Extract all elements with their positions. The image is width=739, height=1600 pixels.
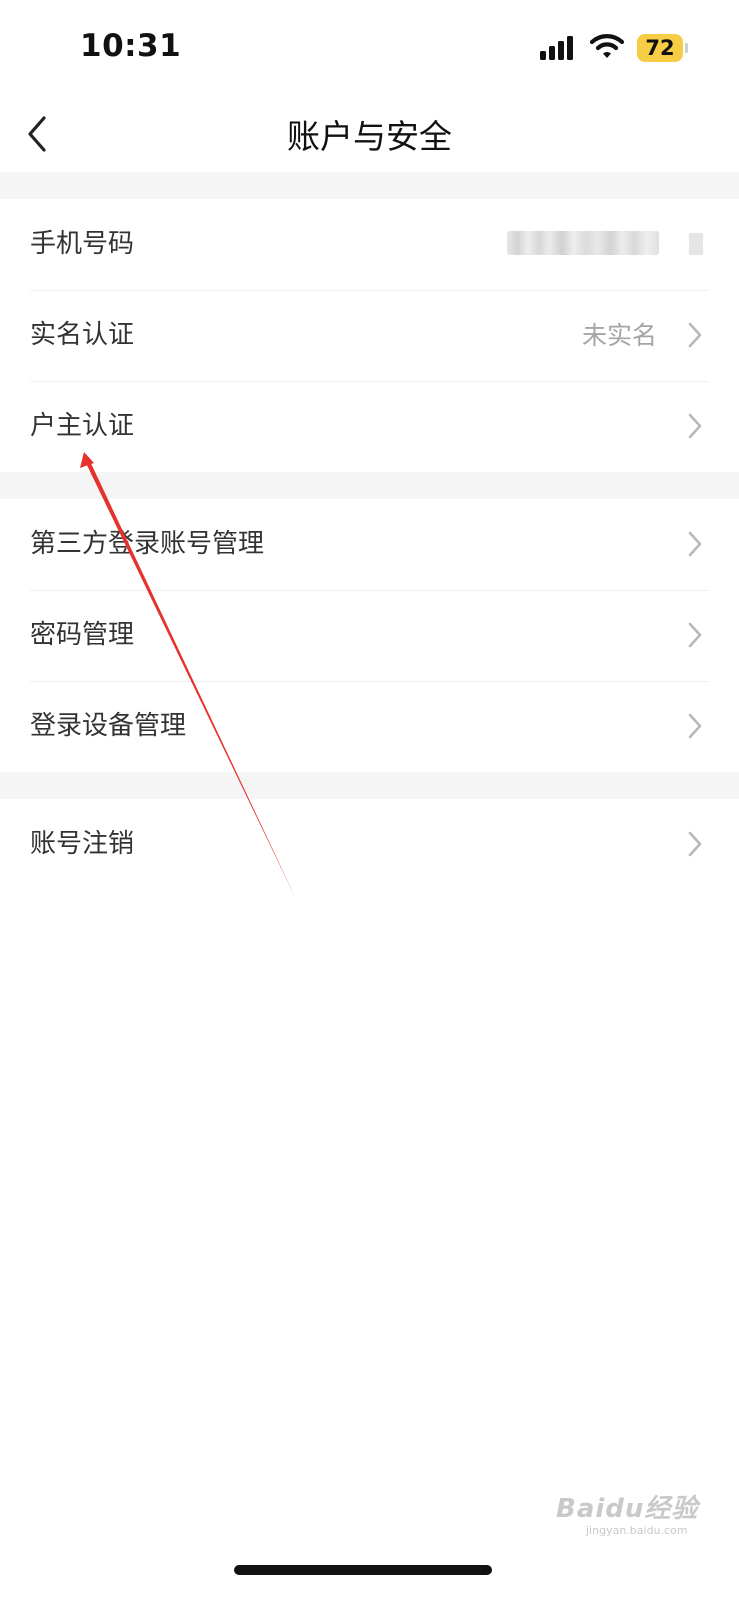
phone-number-row[interactable]: 手机号码 [0,199,739,290]
chevron-right-icon [688,531,702,557]
row-label: 账号注销 [30,829,135,859]
chevron-right-icon [688,622,702,648]
baidu-watermark-url: jingyan.baidu.com [586,1524,688,1537]
row-label: 第三方登录账号管理 [30,529,265,559]
nav-bar: 账户与安全 [0,96,739,172]
account-security-screen: 10:31 72 账户与安全 手机号码 实名认证 未实名 户主认证 第三方登录账… [0,0,739,1600]
page-title: 账户与安全 [287,117,452,156]
battery-icon: 72 [637,34,683,62]
baidu-watermark: Baidu经验 [556,1494,699,1524]
section-divider [0,472,739,499]
chevron-right-icon [689,233,703,255]
row-label: 密码管理 [30,620,135,650]
cellular-signal-icon [540,36,576,60]
householder-verification-row[interactable]: 户主认证 [0,381,739,472]
wifi-icon [590,34,624,58]
status-time: 10:31 [80,28,182,64]
battery-level: 72 [645,36,675,60]
real-name-status: 未实名 [581,321,657,350]
chevron-right-icon [688,413,702,439]
home-indicator[interactable] [234,1565,492,1575]
row-label: 登录设备管理 [30,711,187,741]
battery-cap [685,43,688,53]
status-bar: 10:31 72 [0,0,739,96]
section-divider [0,772,739,799]
settings-group-account: 手机号码 实名认证 未实名 户主认证 [0,199,739,472]
account-deactivation-row[interactable]: 账号注销 [0,799,739,890]
chevron-right-icon [688,713,702,739]
row-label: 实名认证 [30,320,135,350]
settings-group-login: 第三方登录账号管理 密码管理 登录设备管理 [0,499,739,772]
row-label: 手机号码 [30,229,135,259]
password-management-row[interactable]: 密码管理 [0,590,739,681]
settings-group-deactivate: 账号注销 [0,799,739,890]
chevron-right-icon [688,831,702,857]
phone-number-value-obscured [507,231,659,255]
third-party-login-row[interactable]: 第三方登录账号管理 [0,499,739,590]
real-name-verification-row[interactable]: 实名认证 未实名 [0,290,739,381]
row-label: 户主认证 [30,411,135,441]
chevron-right-icon [688,322,702,348]
login-device-management-row[interactable]: 登录设备管理 [0,681,739,772]
section-divider [0,172,739,199]
